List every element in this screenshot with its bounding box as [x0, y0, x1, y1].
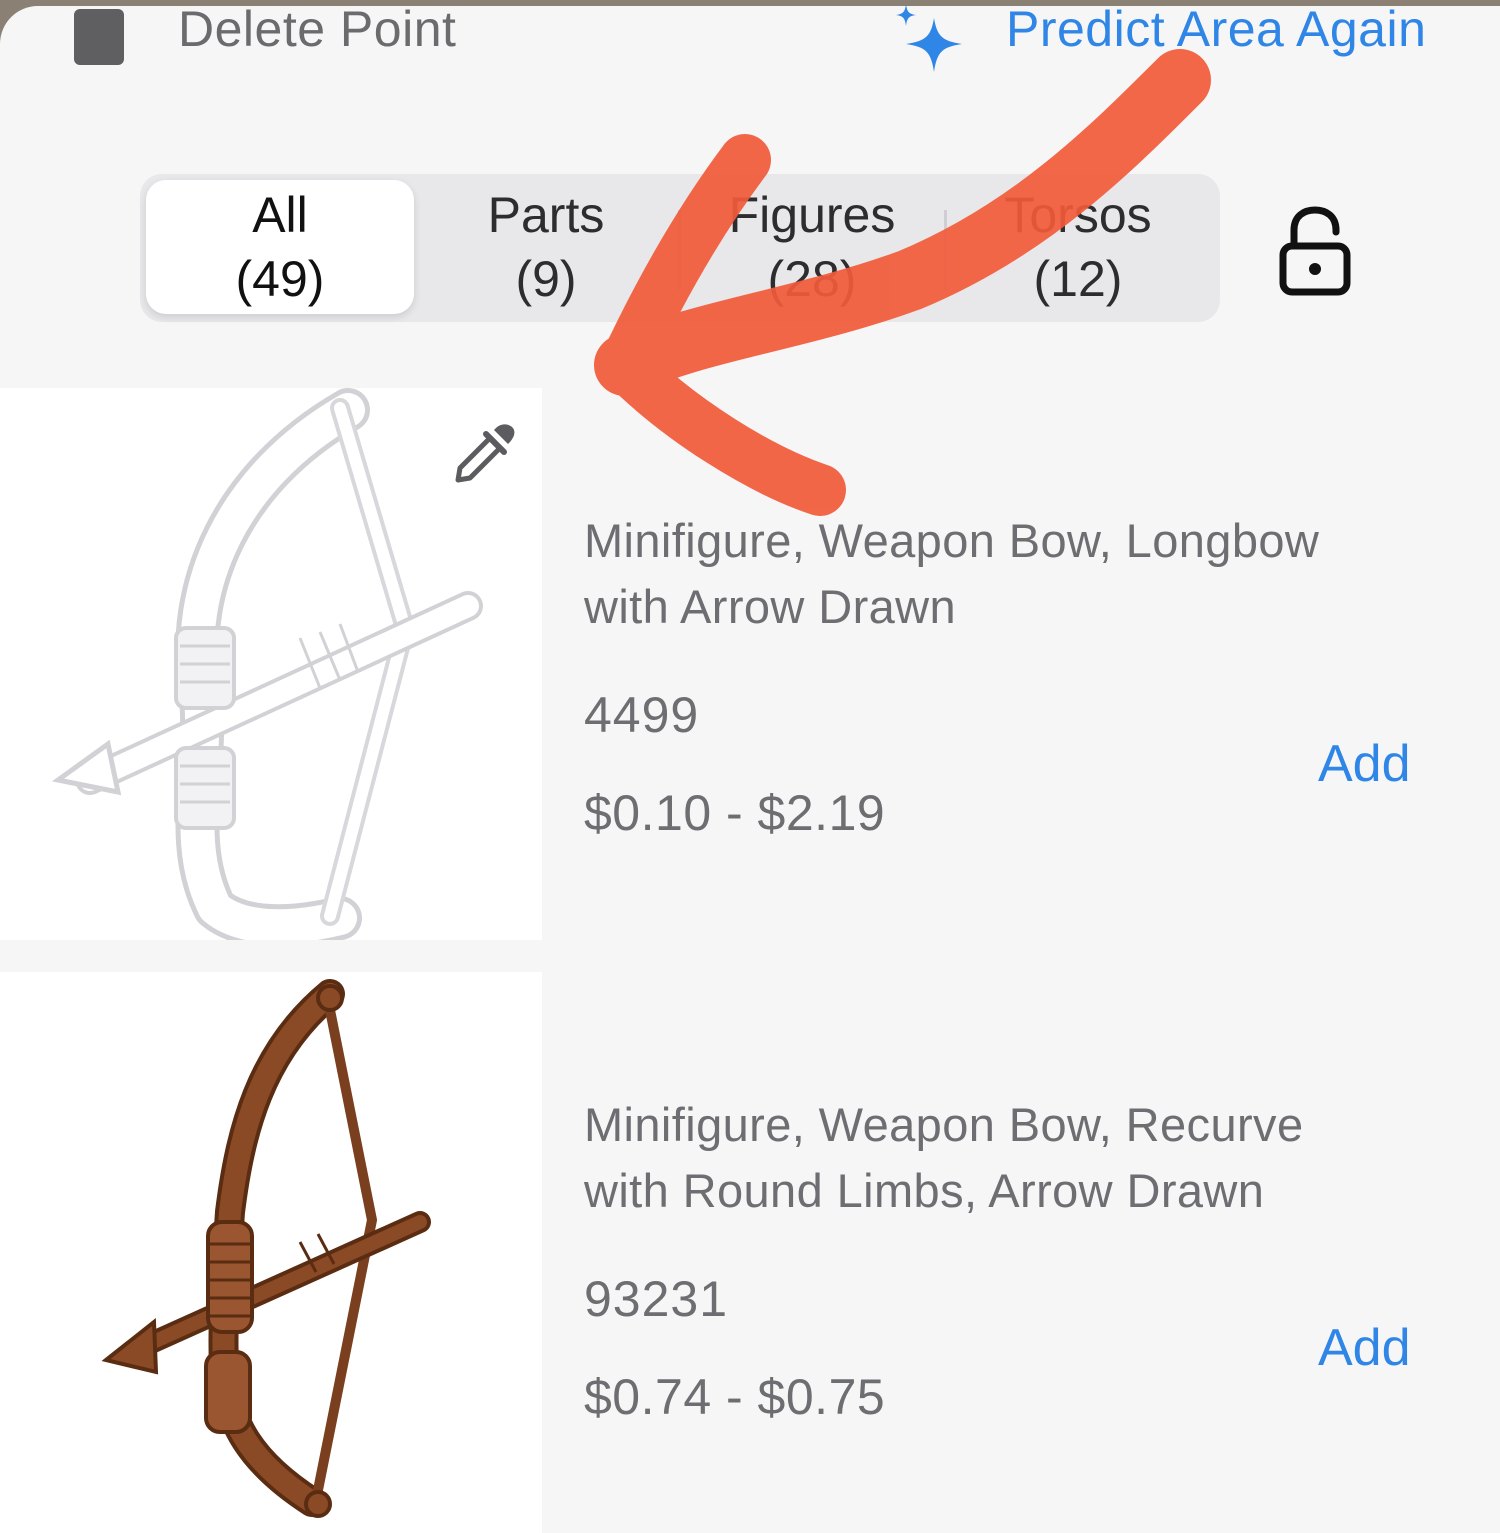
item-part-number: 93231 [584, 1271, 729, 1327]
segment-parts-count: (9) [515, 251, 577, 307]
item-title: Minifigure, Weapon Bow, Longbow with Arr… [584, 508, 1484, 640]
predict-area-again-label: Predict Area Again [1006, 6, 1427, 57]
sparkle-icon [896, 6, 962, 72]
segment-all-label: All [252, 187, 308, 243]
segment-figures[interactable]: Figures (28) [678, 180, 946, 314]
brown-bow-image [101, 979, 431, 1518]
item-price-range: $0.74 - $0.75 [584, 1369, 886, 1425]
item-part-number: 4499 [584, 687, 700, 743]
segment-parts-label: Parts [487, 187, 605, 243]
delete-point-label: Delete Point [178, 6, 457, 57]
segment-torsos-count: (12) [1033, 251, 1123, 307]
add-button[interactable]: Add [1318, 1318, 1411, 1378]
segment-figures-count: (28) [767, 251, 857, 307]
predict-area-again-button[interactable]: Predict Area Again [890, 6, 1500, 80]
eyedropper-icon[interactable] [450, 418, 520, 488]
segment-all-count: (49) [235, 251, 325, 307]
item-title-line: Minifigure, Weapon Bow, Longbow [584, 514, 1320, 567]
item-title-line: with Round Limbs, Arrow Drawn [584, 1164, 1265, 1217]
delete-point-button[interactable]: Delete Point [74, 6, 456, 74]
item-title-line: Minifigure, Weapon Bow, Recurve [584, 1098, 1304, 1151]
part-image-recurve-bow[interactable] [0, 972, 542, 1533]
results-sheet: Delete Point Predict Area Again All (49)… [0, 6, 1500, 1533]
trash-icon [74, 9, 124, 65]
unlock-icon[interactable] [1278, 206, 1352, 298]
segment-all[interactable]: All (49) [146, 180, 414, 314]
add-button[interactable]: Add [1318, 734, 1411, 794]
item-price-range: $0.10 - $2.19 [584, 785, 886, 841]
segment-torsos-label: Torsos [1004, 187, 1152, 243]
category-segmented-control: All (49) Parts (9) Figures (28) Torsos (… [140, 174, 1220, 322]
item-title-line: with Arrow Drawn [584, 580, 957, 633]
segment-torsos[interactable]: Torsos (12) [944, 180, 1212, 314]
segment-parts[interactable]: Parts (9) [412, 180, 680, 314]
segment-figures-label: Figures [728, 187, 896, 243]
item-title: Minifigure, Weapon Bow, Recurve with Rou… [584, 1092, 1484, 1224]
